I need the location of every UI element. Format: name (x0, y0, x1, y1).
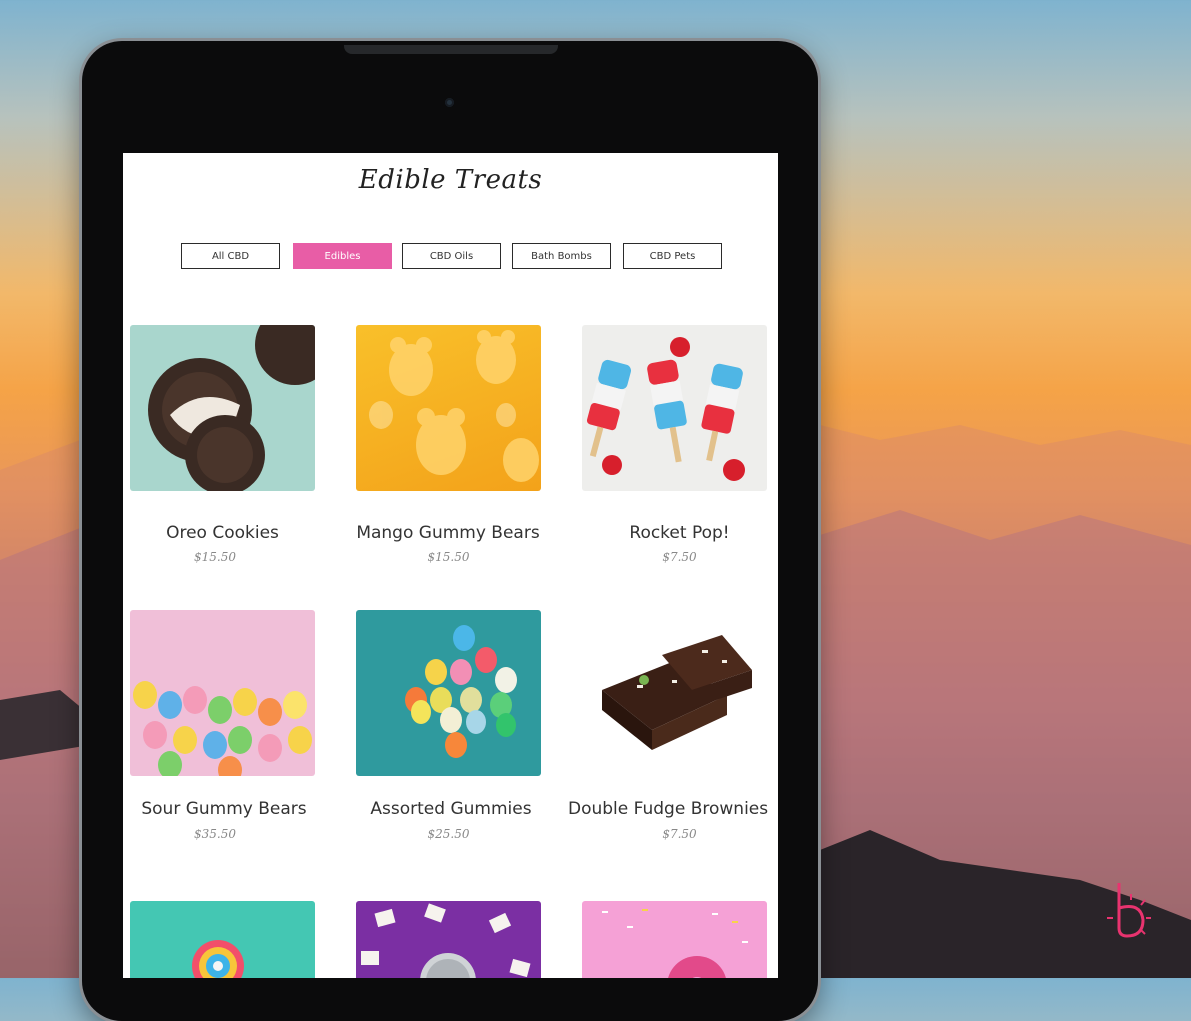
product-name[interactable]: Sour Gummy Bears (130, 799, 318, 819)
rocket-pop-image[interactable] (582, 325, 767, 491)
assorted-gummies-image[interactable] (356, 610, 541, 776)
sprinkle-donut-image[interactable] (582, 901, 767, 978)
product-card[interactable] (356, 610, 541, 776)
product-price: $7.50 (662, 827, 697, 841)
filter-bath-bombs[interactable]: Bath Bombs (512, 243, 611, 269)
product-name[interactable]: Mango Gummy Bears (343, 523, 553, 543)
product-card[interactable] (130, 901, 315, 978)
product-name[interactable]: Rocket Pop! (587, 523, 772, 543)
filter-cbd-oils[interactable]: CBD Oils (402, 243, 501, 269)
product-card[interactable] (582, 901, 767, 978)
tablet-screen: Edible Treats All CBD Edibles CBD Oils B… (123, 153, 778, 978)
product-card[interactable] (130, 610, 315, 776)
page-title: Edible Treats (358, 165, 543, 195)
sour-gummy-bears-image[interactable] (130, 610, 315, 776)
product-name[interactable]: Assorted Gummies (356, 799, 546, 819)
product-card[interactable] (130, 325, 315, 491)
filter-cbd-pets[interactable]: CBD Pets (623, 243, 722, 269)
filter-edibles[interactable]: Edibles (293, 243, 392, 269)
brand-b-sun-logo-icon (1107, 883, 1151, 938)
product-card[interactable] (582, 610, 767, 776)
oreo-cookies-image[interactable] (130, 325, 315, 491)
product-price: $35.50 (194, 827, 236, 841)
product-card[interactable] (356, 901, 541, 978)
product-price: $15.50 (194, 550, 236, 564)
front-camera-icon (445, 98, 454, 107)
product-name[interactable]: Oreo Cookies (130, 523, 315, 543)
product-card[interactable] (356, 325, 541, 491)
product-name[interactable]: Double Fudge Brownies (568, 799, 768, 819)
filter-all-cbd[interactable]: All CBD (181, 243, 280, 269)
mango-gummy-bears-image[interactable] (356, 325, 541, 491)
product-price: $25.50 (427, 827, 470, 841)
brownies-image[interactable] (582, 610, 767, 776)
product-price: $7.50 (662, 550, 697, 564)
lollipop-image[interactable] (130, 901, 315, 978)
product-price: $15.50 (427, 550, 470, 564)
marshmallows-can-image[interactable] (356, 901, 541, 978)
speaker-notch (344, 45, 558, 54)
product-card[interactable] (582, 325, 767, 491)
